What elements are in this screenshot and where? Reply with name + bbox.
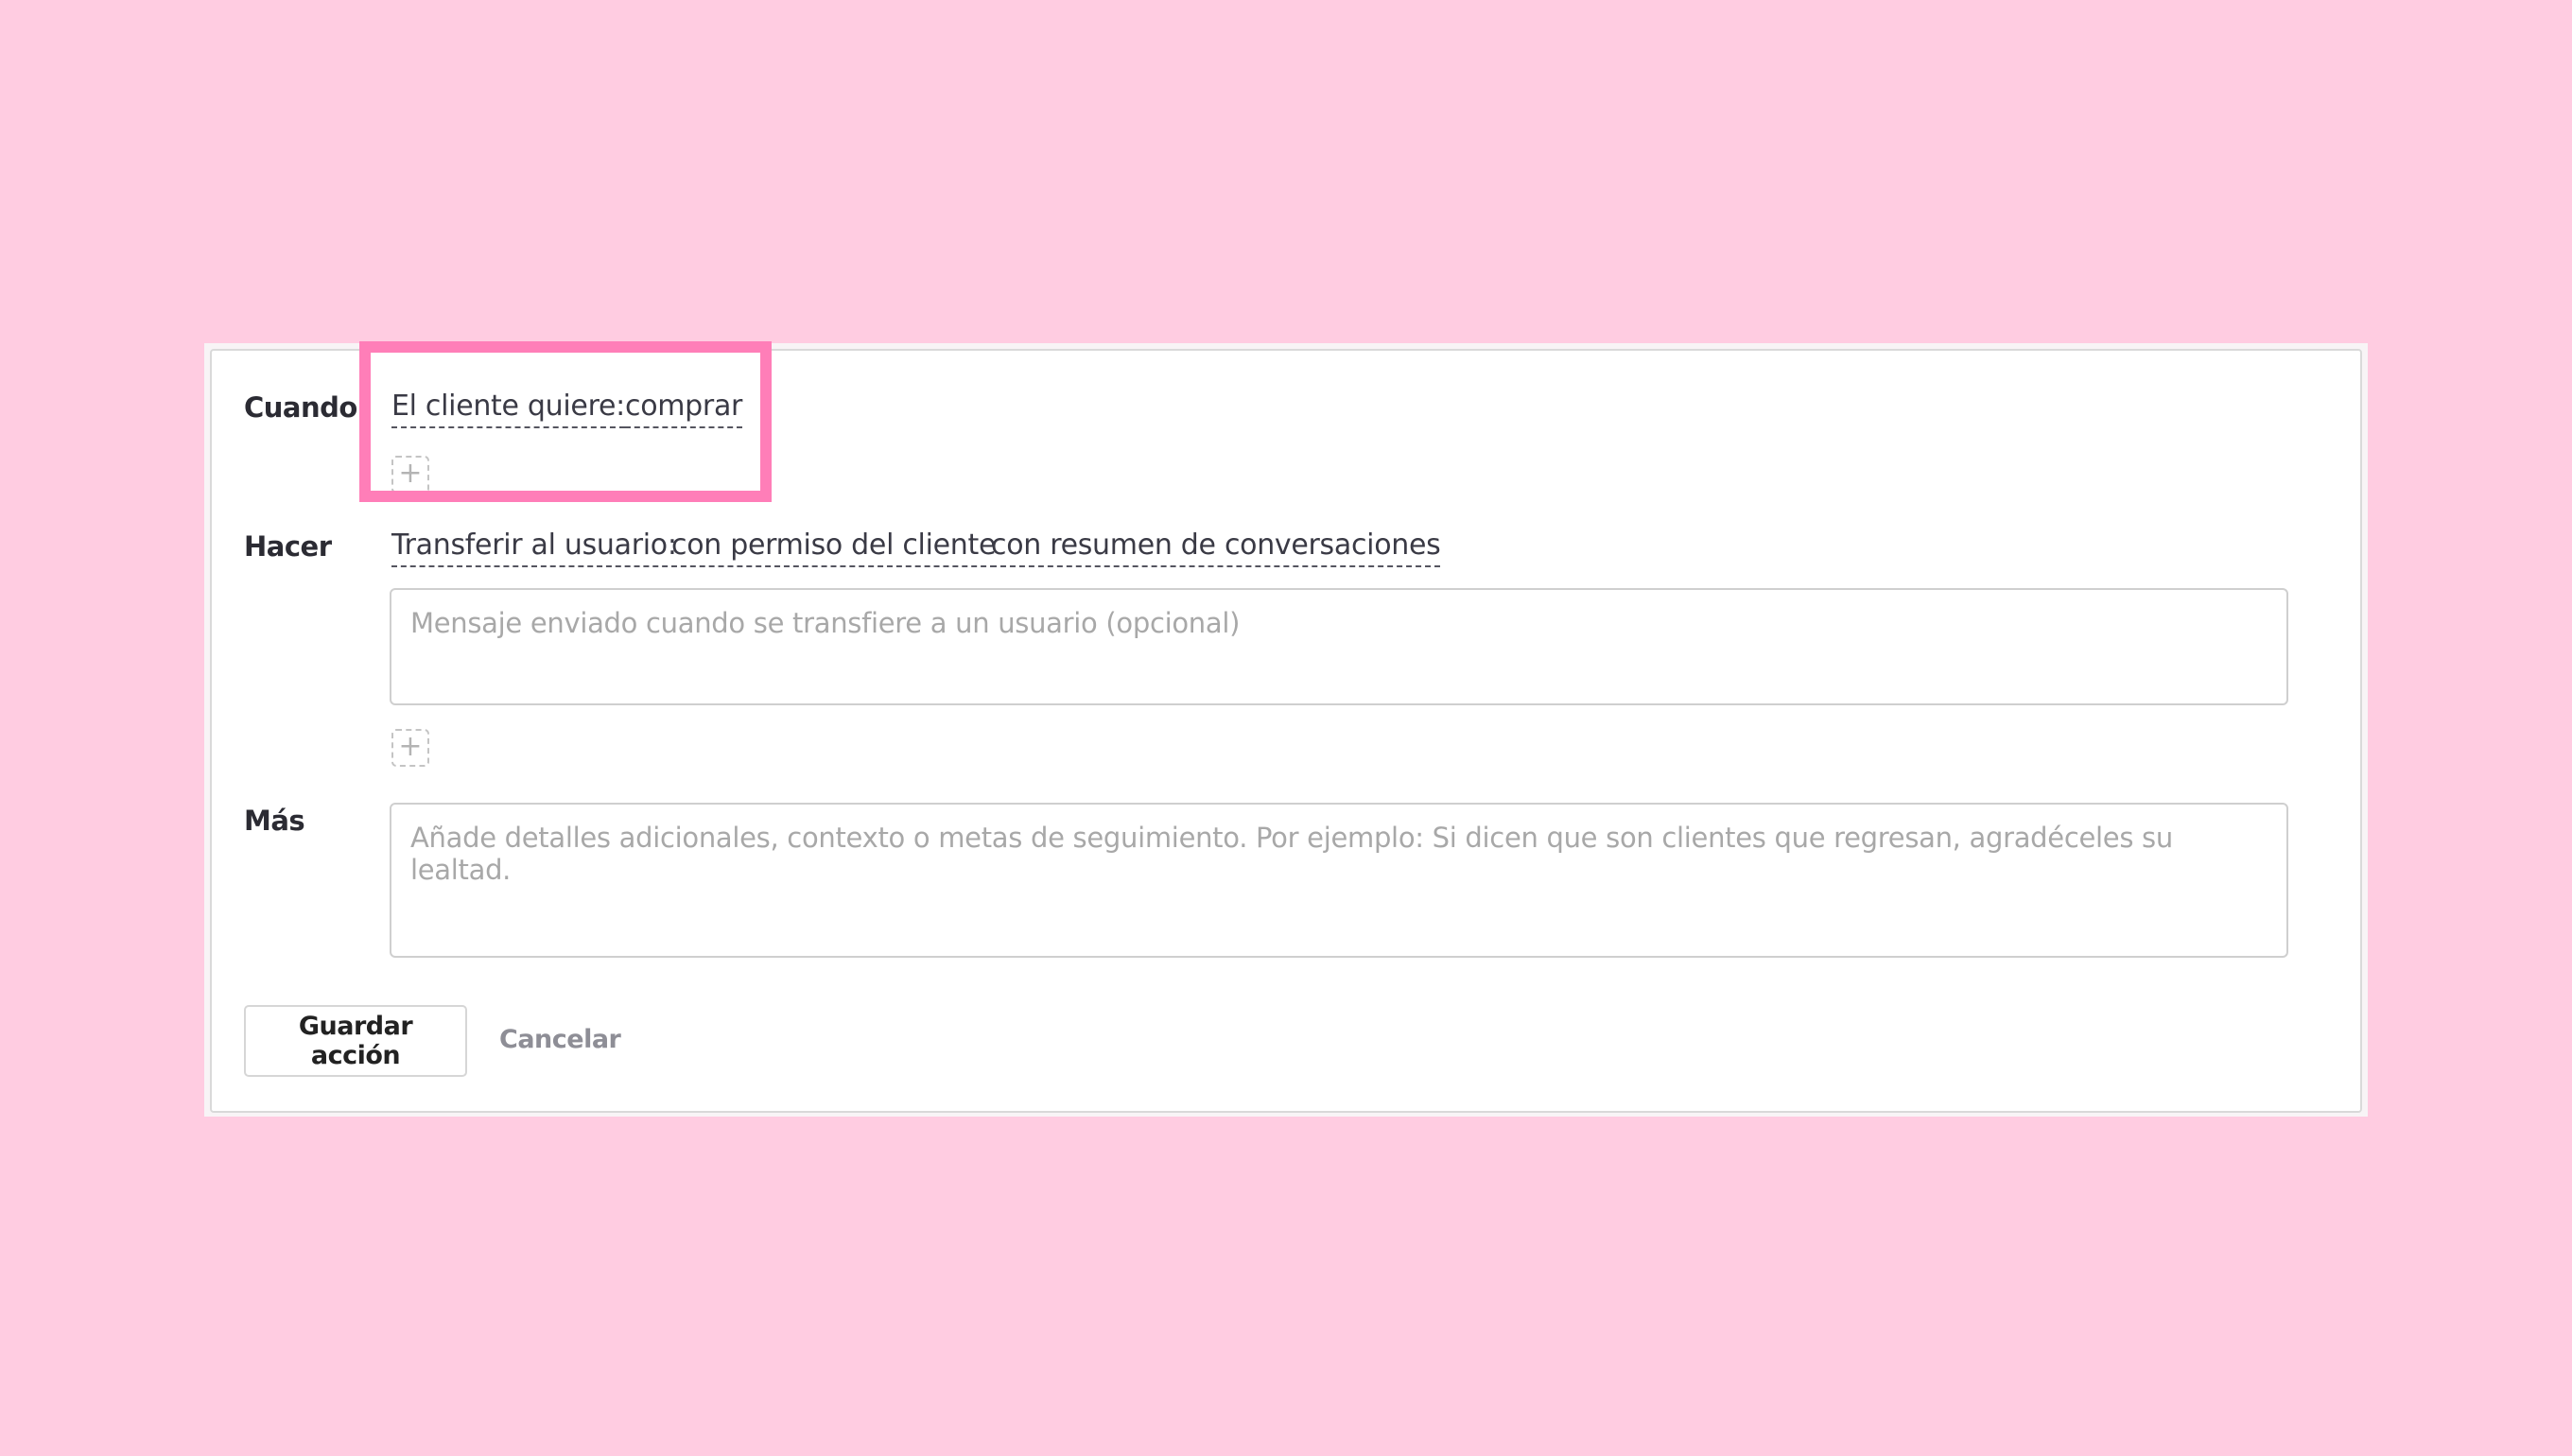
condition-type-chip[interactable]: El cliente quiere: (391, 389, 625, 428)
add-action-button[interactable]: + (391, 729, 429, 767)
summary-option-chip[interactable]: con resumen de conversaciones (991, 528, 1441, 567)
condition-value-chip[interactable]: comprar (625, 389, 742, 428)
when-label: Cuando (244, 391, 357, 424)
transfer-message-input[interactable] (390, 588, 2288, 705)
do-label: Hacer (244, 530, 332, 563)
permission-option-chip[interactable]: con permiso del cliente (671, 528, 996, 567)
plus-icon: + (398, 457, 423, 490)
more-label: Más (244, 805, 305, 837)
save-action-button[interactable]: Guardar acción (244, 1005, 467, 1077)
action-editor-card: Cuando El cliente quiere: comprar + Hace… (210, 349, 2362, 1113)
action-type-chip[interactable]: Transferir al usuario: (391, 528, 677, 567)
add-condition-button[interactable]: + (391, 456, 429, 494)
cancel-link[interactable]: Cancelar (499, 1025, 621, 1054)
plus-icon: + (398, 730, 423, 763)
additional-details-input[interactable] (390, 803, 2288, 958)
